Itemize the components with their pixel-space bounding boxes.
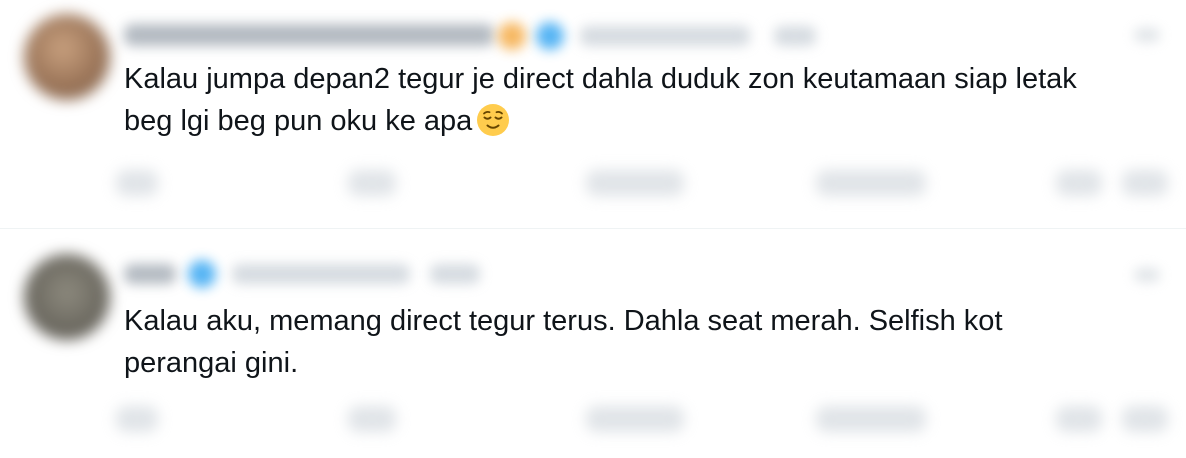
tweet-text: Kalau aku, memang direct tegur terus. Da… [124,300,1164,384]
tweet-actions [116,400,1176,440]
reply-icon[interactable] [116,406,158,432]
name-emoji-blurred [498,22,526,50]
tweet-text: Kalau jumpa depan2 tegur je direct dahla… [124,58,1164,142]
display-name-blurred[interactable] [124,264,176,284]
like-icon[interactable] [586,406,684,432]
share-icon[interactable] [1122,406,1168,432]
retweet-icon[interactable] [348,170,396,196]
tweet-text-line: beg lgi beg pun oku ke apa [124,100,1164,142]
reply-icon[interactable] [116,170,158,196]
views-icon[interactable] [816,170,926,196]
tweet-text-fragment: beg lgi beg pun oku ke apa [124,105,473,137]
tweet[interactable]: Kalau jumpa depan2 tegur je direct dahla… [0,0,1186,228]
bookmark-icon[interactable] [1056,170,1102,196]
views-icon[interactable] [816,406,926,432]
like-icon[interactable] [586,170,684,196]
tweet-text-line: Kalau aku, memang direct tegur terus. Da… [124,305,1003,337]
more-options-icon[interactable] [1134,28,1160,42]
relieved-face-icon [476,103,510,137]
avatar[interactable] [24,254,110,340]
tweet-text-line: perangai gini. [124,347,299,379]
tweet-header [124,258,1164,288]
avatar[interactable] [24,14,110,100]
retweet-icon[interactable] [348,406,396,432]
share-icon[interactable] [1122,170,1168,196]
tweet-text-line: Kalau jumpa depan2 tegur je direct dahla… [124,63,1077,95]
timestamp-blurred[interactable] [430,264,480,284]
verified-badge-icon [188,260,216,288]
more-options-icon[interactable] [1134,268,1160,282]
handle-blurred[interactable] [580,26,750,46]
handle-blurred[interactable] [232,264,410,284]
bookmark-icon[interactable] [1056,406,1102,432]
tweet[interactable]: Kalau aku, memang direct tegur terus. Da… [0,228,1186,458]
timestamp-blurred[interactable] [774,26,816,46]
tweet-feed: Kalau jumpa depan2 tegur je direct dahla… [0,0,1186,458]
tweet-actions [116,164,1176,204]
display-name-blurred[interactable] [124,24,494,46]
verified-badge-icon [536,22,564,50]
tweet-header [124,20,1164,50]
